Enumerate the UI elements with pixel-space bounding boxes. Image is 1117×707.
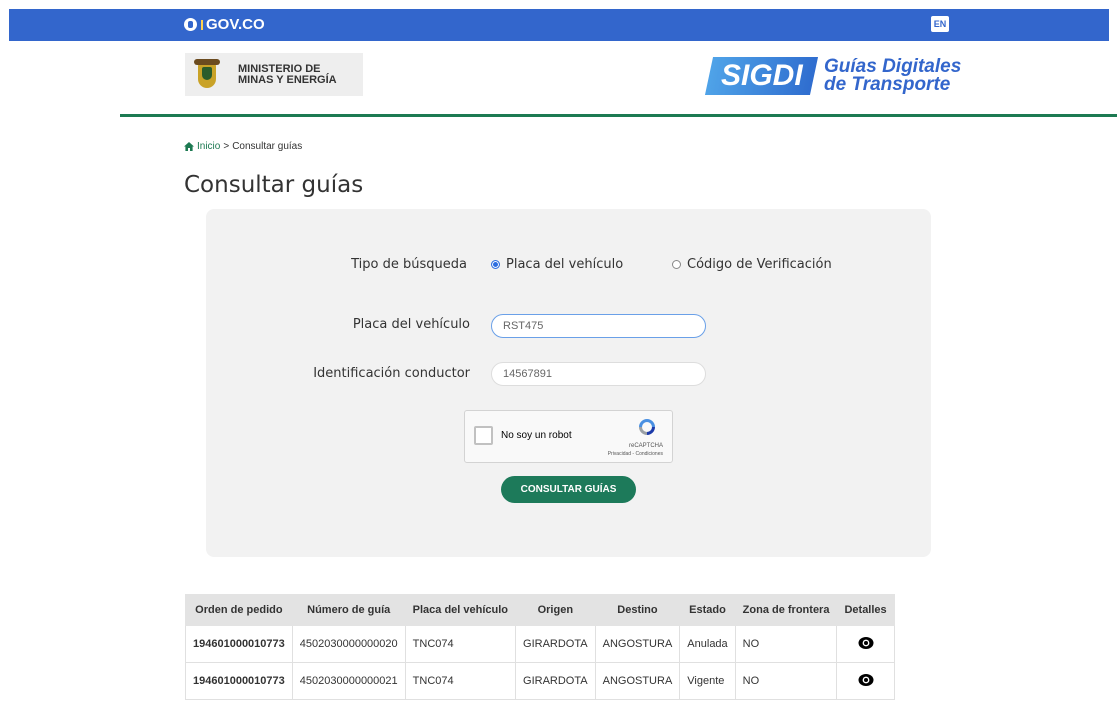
table-header-row: Orden de pedido Número de guía Placa del… (185, 594, 895, 626)
id-conductor-input[interactable]: 14567891 (491, 362, 706, 386)
ministerio-line2: MINAS Y ENERGÍA (238, 73, 337, 86)
cell-placa: TNC074 (404, 662, 517, 700)
colombia-shield-icon (194, 58, 220, 91)
col-estado: Estado (679, 594, 736, 626)
search-type-label: Tipo de búsqueda (351, 257, 467, 272)
breadcrumb-separator: > (223, 141, 230, 152)
cell-zona-frontera: NO (734, 662, 838, 700)
col-zona-frontera: Zona de frontera (734, 594, 838, 626)
breadcrumb-home-link[interactable]: Inicio (197, 141, 220, 152)
breadcrumb: Inicio > Consultar guías (184, 141, 302, 152)
radio-placa[interactable]: Placa del vehículo (491, 257, 623, 272)
cell-detalles (836, 662, 895, 700)
cell-destino: ANGOSTURA (594, 662, 681, 700)
recaptcha-brand: reCAPTCHA (628, 443, 663, 449)
recaptcha-logo-icon (639, 419, 655, 435)
cell-origen: GIRARDOTA (515, 625, 596, 663)
cell-estado: Anulada (679, 625, 736, 663)
radio-codigo-label: Código de Verificación (687, 257, 832, 272)
placa-input[interactable]: RST475 (491, 314, 706, 338)
radio-codigo[interactable]: Código de Verificación (672, 257, 832, 272)
id-conductor-label: Identificación conductor (313, 366, 470, 381)
recaptcha-widget: No soy un robot reCAPTCHA Privacidad - C… (464, 410, 673, 463)
cell-numero-guia: 4502030000000021 (291, 662, 406, 700)
radio-selected-icon[interactable] (491, 260, 500, 269)
page-title: Consultar guías (184, 172, 364, 198)
radio-placa-label: Placa del vehículo (506, 257, 624, 272)
results-table: Orden de pedido Número de guía Placa del… (185, 594, 895, 700)
col-numero-guia: Número de guía (291, 594, 406, 626)
govco-mark-icon (184, 18, 197, 31)
ministerio-logo[interactable]: MINISTERIO DE MINAS Y ENERGÍA (185, 53, 363, 96)
eye-icon[interactable] (858, 635, 874, 651)
col-destino: Destino (594, 594, 681, 626)
sigdi-title-line2: de Transporte (824, 74, 951, 95)
cell-placa: TNC074 (404, 625, 517, 663)
col-origen: Origen (515, 594, 596, 626)
govco-logo-text: GOV.CO (206, 16, 265, 33)
cell-origen: GIRARDOTA (515, 662, 596, 700)
sigdi-logo[interactable]: SIGDI Guías Digitales de Transporte (704, 57, 961, 95)
table-row: 194601000010773 4502030000000021 TNC074 … (185, 662, 895, 700)
cell-orden: 194601000010773 (185, 662, 293, 700)
sigdi-badge-text: SIGDI (720, 59, 803, 92)
language-button[interactable]: EN (931, 16, 949, 32)
recaptcha-terms-link[interactable]: Privacidad - Condiciones (608, 451, 663, 457)
col-detalles: Detalles (836, 594, 895, 626)
ministerio-line1: MINISTERIO DE (238, 62, 321, 75)
header-divider (120, 114, 1117, 117)
table-row: 194601000010773 4502030000000020 TNC074 … (185, 625, 895, 663)
placa-label: Placa del vehículo (352, 317, 470, 332)
cell-zona-frontera: NO (734, 625, 838, 663)
cell-numero-guia: 4502030000000020 (291, 625, 406, 663)
cell-destino: ANGOSTURA (594, 625, 681, 663)
cell-orden: 194601000010773 (185, 625, 293, 663)
col-orden: Orden de pedido (185, 594, 293, 626)
cell-detalles (836, 625, 895, 663)
recaptcha-label: No soy un robot (501, 430, 572, 441)
eye-icon[interactable] (858, 672, 874, 688)
col-placa: Placa del vehículo (404, 594, 517, 626)
home-icon[interactable] (184, 142, 194, 151)
govco-logo[interactable]: GOV.CO (184, 16, 265, 33)
breadcrumb-current: Consultar guías (232, 141, 303, 152)
radio-unselected-icon[interactable] (672, 260, 681, 269)
sigdi-badge: SIGDI (704, 57, 819, 95)
cell-estado: Vigente (679, 662, 736, 700)
recaptcha-checkbox[interactable] (474, 426, 493, 445)
consultar-guias-button[interactable]: CONSULTAR GUÍAS (501, 476, 636, 503)
